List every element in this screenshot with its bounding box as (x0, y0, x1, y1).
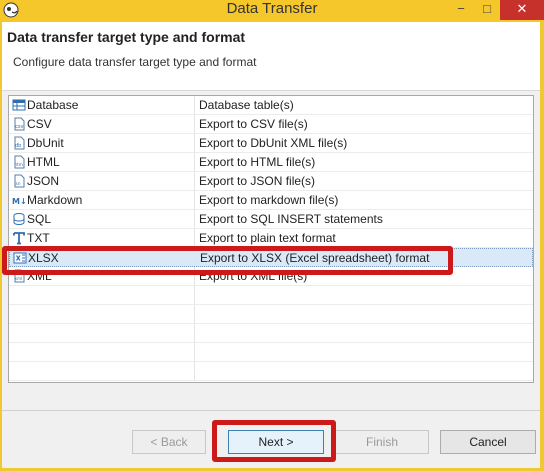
format-description: Export to markdown file(s) (199, 193, 339, 207)
xlsx-icon (13, 252, 27, 264)
format-name-cell: xml XML (9, 267, 195, 285)
next-button[interactable]: Next > (228, 430, 324, 454)
format-name: XLSX (28, 251, 59, 265)
svg-text:jsn: jsn (14, 181, 21, 186)
format-name-cell: M↓ Markdown (9, 191, 195, 209)
close-button[interactable]: ✕ (500, 0, 544, 20)
empty-cell (9, 343, 195, 361)
table-row-xml[interactable]: xml XML Export to XML file(s) (9, 267, 533, 286)
format-name-cell: Database (9, 96, 195, 114)
page-title: Data transfer target type and format (7, 29, 246, 45)
json-icon: jsn (14, 174, 25, 188)
table-row-empty (9, 286, 533, 305)
format-name-cell: SQL (9, 210, 195, 228)
table-row-sql[interactable]: SQL Export to SQL INSERT statements (9, 210, 533, 229)
table-row-empty (9, 362, 533, 381)
empty-cell (9, 286, 195, 304)
empty-cell (9, 324, 195, 342)
xml-icon: xml (14, 269, 25, 283)
wizard-header: Data transfer target type and format Con… (2, 22, 540, 91)
format-description: Export to plain text format (199, 231, 336, 245)
format-description: Database table(s) (199, 98, 294, 112)
cancel-button[interactable]: Cancel (440, 430, 536, 454)
maximize-button[interactable]: □ (474, 0, 500, 20)
table-row-txt[interactable]: TXT Export to plain text format (9, 229, 533, 248)
format-name: XML (27, 269, 52, 283)
format-name-cell: XLSX (10, 249, 196, 267)
format-name-cell: jsn JSON (9, 172, 195, 190)
format-description: Export to DbUnit XML file(s) (199, 136, 348, 150)
svg-text:M↓: M↓ (12, 197, 26, 206)
format-description: Export to XLSX (Excel spreadsheet) forma… (200, 251, 430, 265)
table-row-dbunit[interactable]: db DbUnit Export to DbUnit XML file(s) (9, 134, 533, 153)
empty-cell (9, 362, 195, 380)
sql-icon (13, 213, 25, 225)
csv-icon: csv (14, 117, 25, 131)
back-button[interactable]: < Back (132, 430, 206, 454)
format-table[interactable]: Database Database table(s) csv CSV Expor… (8, 95, 534, 383)
format-description: Export to SQL INSERT statements (199, 212, 383, 226)
table-row-html[interactable]: htm HTML Export to HTML file(s) (9, 153, 533, 172)
svg-text:xml: xml (15, 276, 23, 281)
page-subtitle: Configure data transfer target type and … (13, 55, 257, 69)
table-row-xlsx[interactable]: XLSX Export to XLSX (Excel spreadsheet) … (9, 248, 533, 267)
dbunit-icon: db (14, 136, 25, 150)
table-row-empty (9, 343, 533, 362)
table-row-database[interactable]: Database Database table(s) (9, 96, 533, 115)
format-description: Export to HTML file(s) (199, 155, 316, 169)
database-icon (12, 99, 26, 111)
table-row-empty (9, 324, 533, 343)
format-name-cell: db DbUnit (9, 134, 195, 152)
format-name-cell: csv CSV (9, 115, 195, 133)
svg-text:db: db (15, 143, 21, 149)
table-row-empty (9, 305, 533, 324)
format-name: DbUnit (27, 136, 64, 150)
format-name: TXT (27, 231, 50, 245)
format-name: JSON (27, 174, 60, 188)
dialog-client-area: Data transfer target type and format Con… (2, 22, 540, 468)
format-name: Markdown (27, 193, 83, 207)
format-description: Export to CSV file(s) (199, 117, 308, 131)
title-bar[interactable]: Data Transfer − □ ✕ (0, 0, 544, 22)
svg-text:csv: csv (15, 124, 23, 130)
format-name: SQL (27, 212, 52, 226)
data-transfer-window: Data Transfer − □ ✕ Data transfer target… (0, 0, 544, 471)
html-icon: htm (14, 155, 25, 169)
footer-separator (2, 410, 540, 411)
format-description: Export to XML file(s) (199, 269, 308, 283)
format-name-cell: htm HTML (9, 153, 195, 171)
format-name: HTML (27, 155, 60, 169)
format-name-cell: TXT (9, 229, 195, 247)
table-row-json[interactable]: jsn JSON Export to JSON file(s) (9, 172, 533, 191)
markdown-icon: M↓ (12, 197, 26, 206)
empty-cell (9, 305, 195, 323)
text-icon (13, 232, 25, 245)
format-name: Database (27, 98, 79, 112)
svg-text:htm: htm (15, 162, 23, 167)
format-name: CSV (27, 117, 52, 131)
finish-button[interactable]: Finish (335, 430, 429, 454)
table-row-markdown[interactable]: M↓ Markdown Export to markdown file(s) (9, 191, 533, 210)
table-row-csv[interactable]: csv CSV Export to CSV file(s) (9, 115, 533, 134)
format-description: Export to JSON file(s) (199, 174, 316, 188)
minimize-button[interactable]: − (448, 0, 474, 20)
